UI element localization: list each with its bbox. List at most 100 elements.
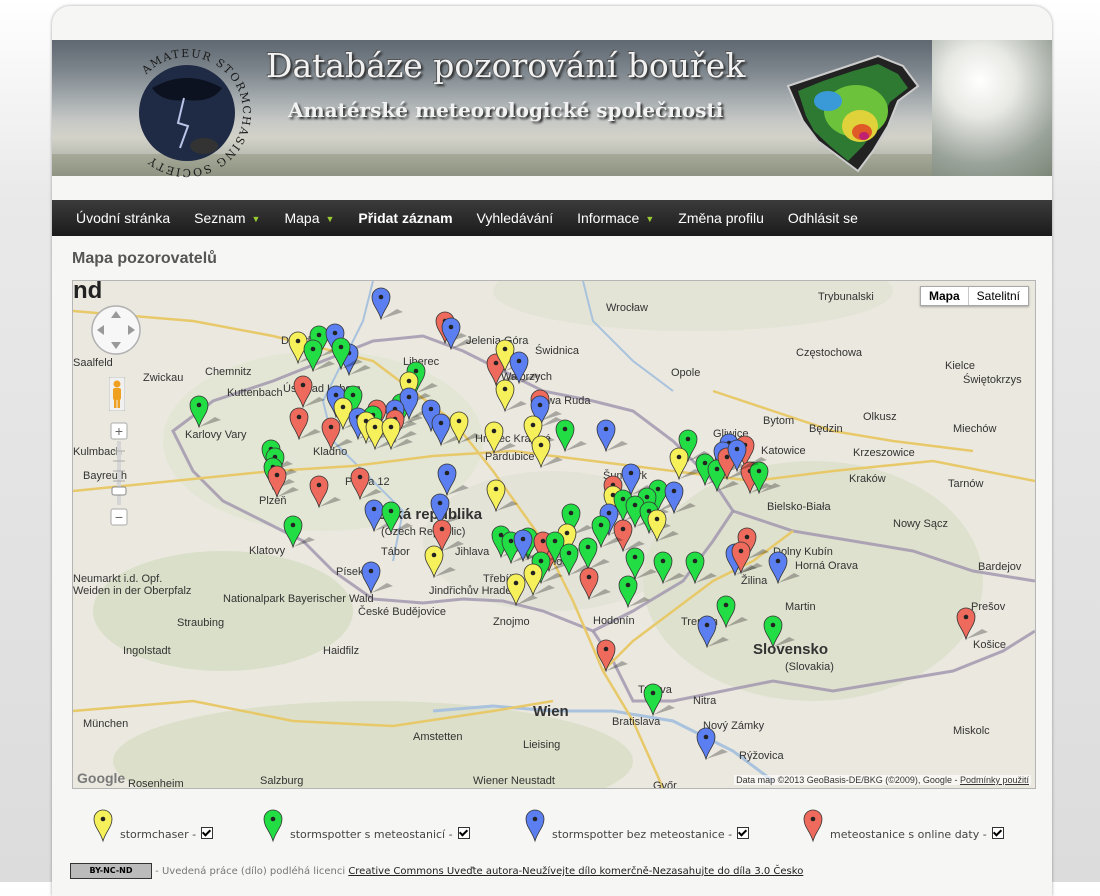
map-place-label: Będzin [809,423,843,435]
radar-image [786,54,920,173]
chevron-down-icon: ▼ [325,214,335,224]
legend-checkbox[interactable] [201,827,214,839]
map-place-label: Rosenheim [128,778,184,788]
yellow-marker-icon [93,809,113,843]
license-link[interactable]: Creative Commons Uveďte autora-Neužívejt… [348,866,803,877]
map-place-label: Opole [671,367,700,379]
map-place-label: Kraków [849,473,886,485]
map-place-label: Karlovy Vary [185,429,247,441]
zoom-slider[interactable]: + − [109,421,129,531]
map-place-label: Pardubice [485,451,535,463]
banner-hail-photo [932,40,1052,176]
map-place-label: Martin [785,601,816,613]
map-place-label: Zwickau [143,372,183,384]
nav-item-label: Mapa [284,210,320,226]
map-place-label: Kladno [313,446,347,458]
legend-label: stormspotter bez meteostanice - [552,828,733,841]
map-place-label: Bytom [763,415,794,427]
license-footer: BY-NC-ND - Uvedená práce (dílo) podléhá … [70,863,803,879]
map-place-label: Znojmo [493,616,530,628]
map-place-label: Bratislava [612,716,661,728]
green-marker-icon [263,809,283,843]
blue-marker-icon [525,809,545,843]
zoom-out-icon: − [115,509,123,525]
map-place-label: Nitra [693,695,717,707]
legend-checkbox[interactable] [991,827,1004,839]
map-place-label: Amstetten [413,731,463,743]
map-place-label: Katowice [761,445,806,457]
map-place-label: Bielsko-Biała [767,501,831,513]
map-place-label: Straubing [177,617,224,629]
map-place-label: Plzeň [259,495,287,507]
chevron-down-icon: ▼ [645,214,655,224]
page-heading: Mapa pozorovatelů [72,250,217,267]
map-place-label: Nationalpark Bayerischer Wald [223,593,374,605]
nav-item-1[interactable]: Seznam ▼ [182,200,272,236]
red-marker-icon [803,809,823,843]
nav-item-2[interactable]: Mapa ▼ [272,200,346,236]
map-type-satellite-button[interactable]: Satelitní [967,287,1028,305]
map-place-label: Nowy Sącz [893,518,948,530]
nav-item-0[interactable]: Úvodní stránka [64,200,182,236]
nav-item-3[interactable]: Přidat záznam [346,200,464,236]
legend-item-green: stormspotter s meteostanicí - [262,807,470,843]
site-subtitle: Amatérské meteorologické společnosti [288,98,724,122]
map-type-control: Mapa Satelitní [919,286,1029,306]
map-place-label: Trybunalski [818,291,874,303]
map-place-label: Wien [533,703,569,720]
legend-label: stormspotter s meteostanicí - [290,828,453,841]
cc-license-badge[interactable]: BY-NC-ND [70,863,152,879]
map-place-label: Žilina [741,574,768,587]
map-place-label: Olkusz [863,411,897,423]
legend-checkbox[interactable] [737,827,750,839]
nav-item-4[interactable]: Vyhledávání [465,200,566,236]
google-logo[interactable]: Google [77,770,125,786]
map-place-label: Wiener Neustadt [473,775,555,787]
legend-checkbox[interactable] [457,827,470,839]
nav-item-5[interactable]: Informace ▼ [565,200,666,236]
map-place-label: Salzburg [260,775,303,787]
map-canvas[interactable]: WrocławTrybunalskiDresdenJelenia GóraŚwi… [73,281,1035,788]
legend-label: meteostanice s online daty - [830,828,987,841]
zoom-handle [111,486,127,496]
nav-item-label: Úvodní stránka [76,210,171,226]
attribution-text: Data map ©2013 GeoBasis-DE/BKG (©2009), … [736,775,960,785]
society-logo: AMATEUR STORMCHASING SOCIETY [139,48,252,178]
map-type-map-button[interactable]: Mapa [921,287,968,305]
street-view-pegman-icon[interactable] [109,377,125,411]
legend-item-yellow: stormchaser - [92,807,214,843]
nav-item-label: Přidat záznam [358,210,453,226]
map-place-label: Hodonín [593,615,635,627]
pan-control[interactable] [89,303,143,357]
map-place-label: Košice [973,639,1006,651]
map-place-label: Świętokrzys [963,373,1022,386]
page-container: AMATEUR STORMCHASING SOCIETY Databáze po… [52,6,1052,896]
map-place-label: Częstochowa [796,347,863,359]
site-title: Databáze pozorování bouřek [266,46,746,85]
terms-link[interactable]: Podmínky použití [960,775,1029,785]
map-attribution: Data map ©2013 GeoBasis-DE/BKG (©2009), … [734,775,1031,785]
legend-item-red: meteostanice s online daty - [802,807,1004,843]
map-place-label: Rýžovica [739,750,785,762]
license-text: - Uvedená práce (dílo) podléhá licenci [152,866,349,877]
chevron-down-icon: ▼ [251,214,261,224]
nav-item-label: Změna profilu [678,210,764,226]
map-place-label: Haidfilz [323,645,359,657]
nav-item-7[interactable]: Odhlásit se [776,200,870,236]
map-place-label: Ingolstadt [123,645,171,657]
map-place-label: Jihlava [455,546,490,558]
map-place-label: Tábor [381,546,410,558]
legend-item-blue: stormspotter bez meteostanice - [524,807,750,843]
main-navigation: Úvodní stránka Seznam ▼ Mapa ▼ Přidat záznam V… [52,200,1052,236]
map-place-label: Miechów [953,423,996,435]
map-place-label: (Slovakia) [785,661,834,673]
map-view[interactable]: WrocławTrybunalskiDresdenJelenia GóraŚwi… [72,280,1036,789]
map-place-label: Tarnów [948,478,984,490]
nav-item-label: Odhlásit se [787,210,858,226]
map-place-label: Miskolc [953,725,990,737]
map-place-label: Saalfeld [73,357,113,369]
map-place-label: Győr [653,780,677,788]
nav-item-6[interactable]: Změna profilu [666,200,776,236]
nav-item-label: Seznam [194,210,246,226]
map-place-label: Lieising [523,739,560,751]
